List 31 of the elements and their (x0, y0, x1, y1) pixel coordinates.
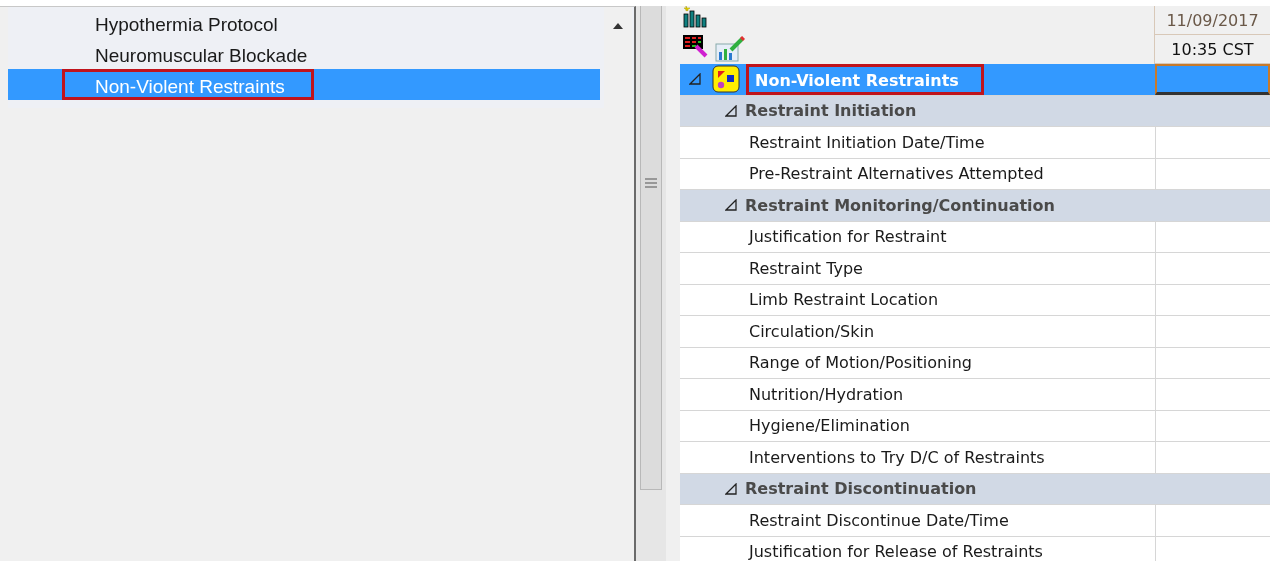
row-label: Circulation/Skin (749, 321, 875, 341)
collapse-triangle-icon[interactable] (689, 73, 701, 86)
row-label: Limb Restraint Location (749, 290, 939, 310)
row-label: Pre-Restraint Alternatives Attempted (749, 164, 1044, 184)
date-header: 11/09/2017 (1155, 6, 1270, 35)
list-item[interactable]: Hypothermia Protocol (8, 7, 600, 38)
collapse-triangle-icon[interactable] (725, 104, 737, 117)
chart-pencil-icon[interactable] (715, 36, 745, 62)
list-item-label: Neuromuscular Blockade (94, 44, 309, 68)
row-label: Range of Motion/Positioning (749, 353, 972, 373)
list-item[interactable]: Neuromuscular Blockade (8, 38, 600, 69)
row-label: Restraint Initiation Date/Time (749, 132, 985, 152)
list-item-label: Hypothermia Protocol (94, 13, 279, 37)
group-title: Restraint Discontinuation (745, 479, 977, 499)
group-title: Restraint Initiation (745, 101, 917, 121)
group-title: Restraint Monitoring/Continuation (745, 195, 1055, 215)
row-label: Justification for Release of Restraints (749, 542, 1043, 561)
row-label: Justification for Restraint (749, 227, 947, 247)
collapse-triangle-icon[interactable] (725, 199, 737, 212)
row-label: Restraint Discontinue Date/Time (749, 510, 1009, 530)
grip-icon (645, 178, 657, 188)
scrollbar-thumb[interactable] (640, 6, 662, 490)
row-label: Interventions to Try D/C of Restraints (749, 447, 1045, 467)
form-icon (712, 65, 740, 94)
row-label: Nutrition/Hydration (749, 384, 904, 404)
row-label: Restraint Type (749, 258, 863, 278)
row-label: Hygiene/Elimination (749, 416, 910, 436)
collapse-triangle-icon[interactable] (725, 482, 737, 495)
list-item-label: Non-Violent Restraints (62, 69, 314, 100)
time-header: 10:35 CST (1155, 35, 1270, 64)
scroll-up-icon[interactable] (613, 23, 623, 29)
